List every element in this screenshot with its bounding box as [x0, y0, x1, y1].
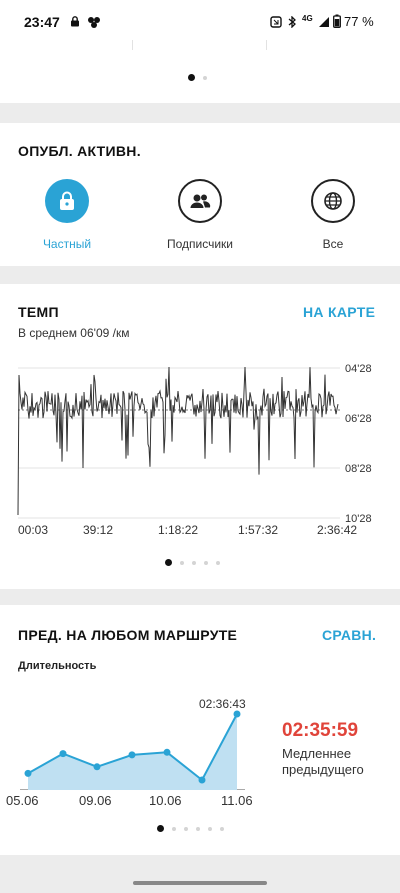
- result-text: Медленнее: [282, 746, 352, 761]
- result-time: 02:35:59: [282, 720, 359, 741]
- private-button[interactable]: [45, 179, 89, 223]
- show-on-map-link[interactable]: НА КАРТЕ: [303, 304, 375, 320]
- x-tick-label: 11.06: [221, 793, 253, 808]
- status-time: 23:47: [24, 14, 60, 30]
- pace-average: В среднем 06'09 /км: [18, 326, 130, 340]
- battery-percent: 77 %: [344, 14, 374, 29]
- carousel-page-dots[interactable]: [188, 74, 215, 81]
- page-dot[interactable]: [192, 560, 196, 565]
- lock-icon: [60, 191, 74, 210]
- compare-title: ПРЕД. НА ЛЮБОМ МАРШРУТЕ: [18, 627, 238, 643]
- y-tick-label: 04'28: [345, 363, 372, 375]
- x-tick-label: 1:57:32: [238, 523, 279, 537]
- y-tick-label: 06'28: [345, 413, 372, 425]
- page-dot[interactable]: [220, 826, 224, 831]
- page-dot[interactable]: [180, 560, 184, 565]
- y-tick-label: 08'28: [345, 463, 372, 475]
- network-type-label: 4G: [302, 14, 313, 23]
- privacy-title: ОПУБЛ. АКТИВН.: [18, 143, 141, 159]
- x-tick-label: 39:12: [83, 523, 114, 537]
- page-dot[interactable]: [188, 74, 195, 81]
- duration-point[interactable]: [59, 750, 67, 758]
- bluetooth-icon: [288, 16, 296, 28]
- pace-title: ТЕМП: [18, 304, 59, 320]
- peak-value-label: 02:36:43: [199, 697, 246, 711]
- page-dot[interactable]: [208, 826, 212, 831]
- battery-icon: [333, 14, 341, 28]
- x-tick-label: 1:18:22: [158, 523, 199, 537]
- globe-icon: [324, 192, 342, 210]
- compare-link[interactable]: СРАВН.: [322, 627, 376, 643]
- x-tick-label: 09.06: [79, 793, 112, 808]
- page-dot[interactable]: [184, 826, 188, 831]
- page-dot[interactable]: [196, 826, 200, 831]
- x-tick-label: 00:03: [18, 523, 49, 537]
- app-notification-icon: [88, 17, 100, 28]
- page-dot[interactable]: [172, 826, 176, 831]
- pace-series-line: [17, 366, 339, 516]
- x-tick-label: 2:36:42: [317, 523, 358, 537]
- page-dot[interactable]: [165, 559, 172, 566]
- duration-point[interactable]: [128, 751, 136, 759]
- signal-icon: [319, 17, 329, 27]
- duration-point[interactable]: [163, 748, 171, 756]
- photo-carousel-card: [0, 40, 400, 103]
- page-dot[interactable]: [204, 560, 208, 565]
- pace-page-dots[interactable]: [165, 559, 228, 566]
- duration-point[interactable]: [198, 776, 206, 784]
- privacy-option-private[interactable]: Частный: [22, 179, 112, 251]
- x-tick-label: 05.06: [6, 793, 39, 808]
- privacy-option-everyone[interactable]: Все: [288, 179, 378, 251]
- duration-point[interactable]: [233, 710, 241, 718]
- followers-icon: [190, 194, 211, 208]
- followers-button[interactable]: [178, 179, 222, 223]
- page-dot[interactable]: [203, 75, 207, 80]
- nfc-icon: [270, 16, 282, 28]
- everyone-button[interactable]: [311, 179, 355, 223]
- privacy-option-label: Все: [322, 237, 344, 251]
- page-dot[interactable]: [216, 560, 220, 565]
- duration-point[interactable]: [24, 769, 32, 777]
- pace-chart: 04'28 06'28 08'28 10'28: [17, 363, 372, 525]
- privacy-option-label: Частный: [42, 237, 92, 251]
- privacy-card: ОПУБЛ. АКТИВН. Частный Подписчики Все: [0, 123, 400, 266]
- status-bar: 23:47 4G 77 %: [0, 0, 400, 40]
- carousel-divider: [266, 40, 267, 50]
- compare-metric: Длительность: [18, 660, 97, 672]
- result-text: предыдущего: [282, 762, 364, 777]
- lock-notification-icon: [71, 16, 79, 27]
- privacy-option-followers[interactable]: Подписчики: [155, 179, 245, 251]
- x-tick-label: 10.06: [149, 793, 182, 808]
- privacy-option-label: Подписчики: [166, 237, 233, 251]
- gesture-bar[interactable]: [133, 881, 267, 885]
- compare-page-dots[interactable]: [157, 825, 232, 832]
- page-dot[interactable]: [157, 825, 164, 832]
- duration-point[interactable]: [93, 763, 101, 771]
- carousel-divider: [132, 40, 133, 50]
